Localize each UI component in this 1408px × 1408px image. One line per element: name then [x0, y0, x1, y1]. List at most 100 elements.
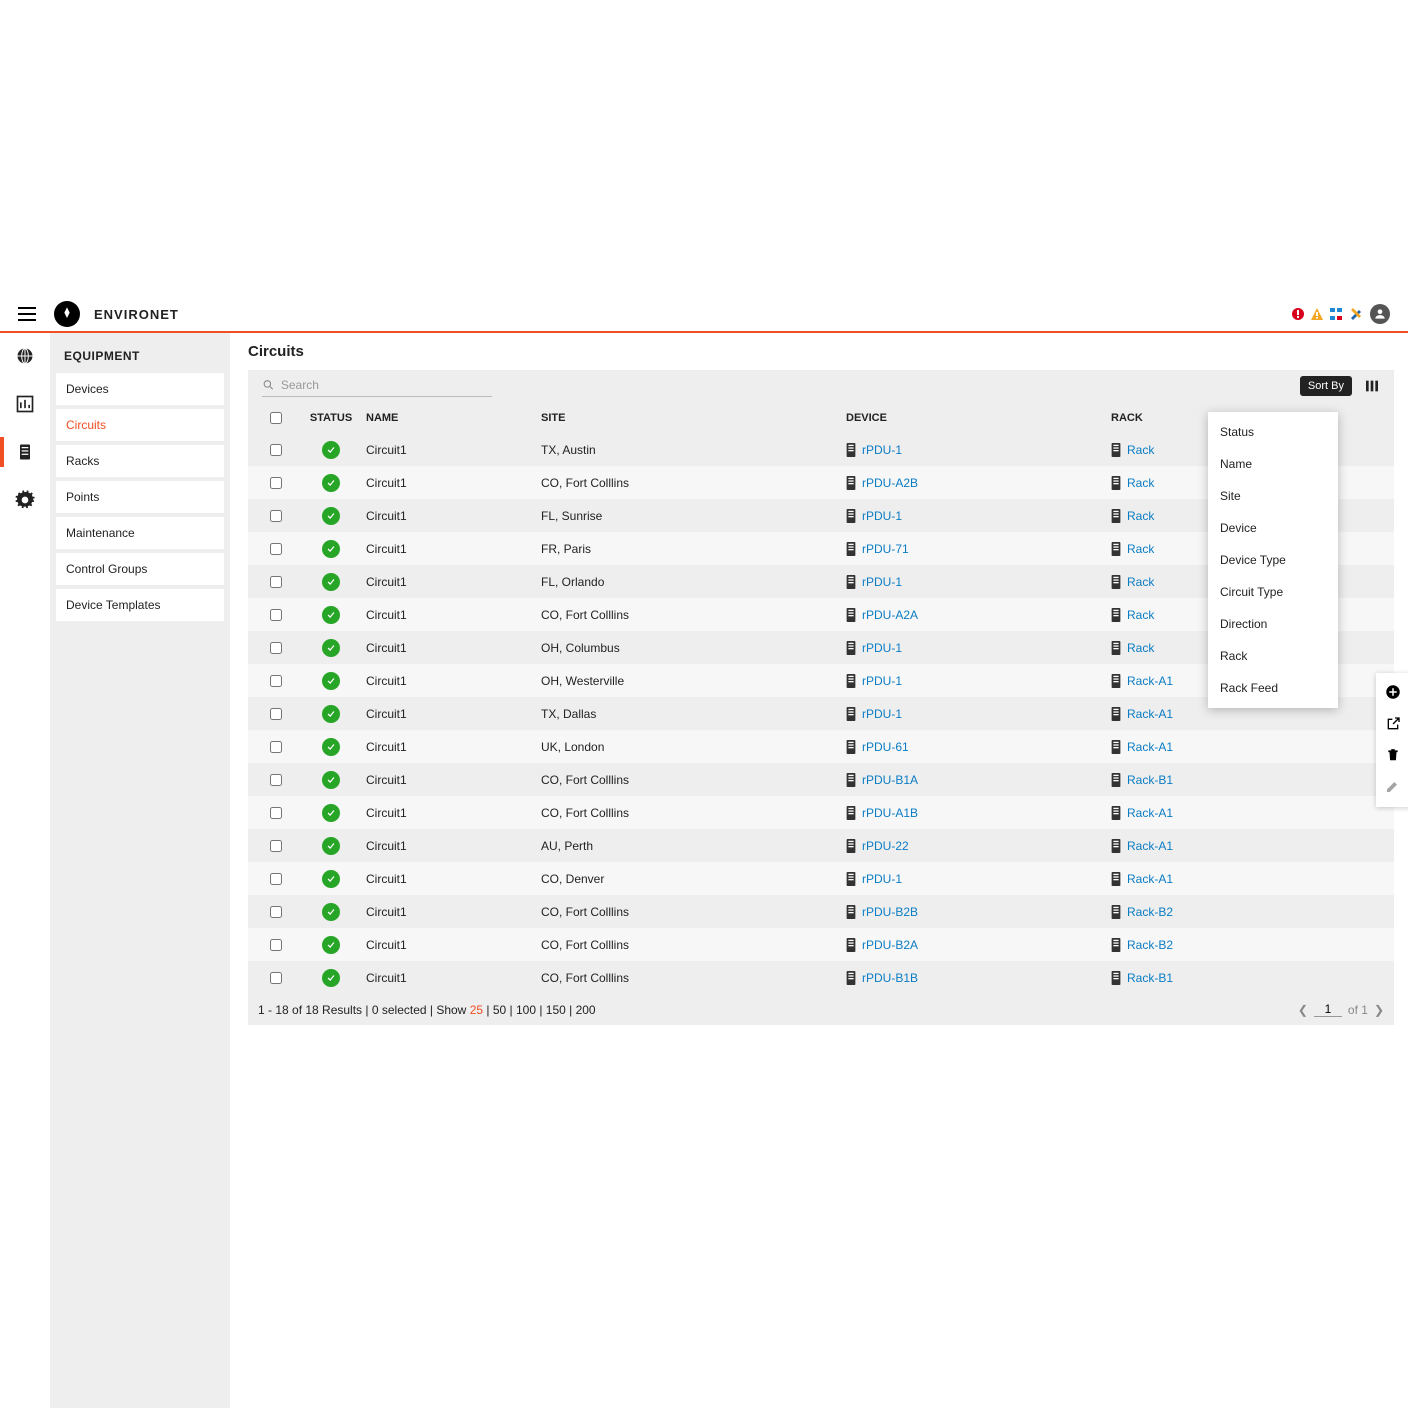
sidebar-item-devices[interactable]: Devices	[56, 373, 224, 405]
rack-link[interactable]: Rack-A1	[1127, 839, 1173, 853]
table-row[interactable]: Circuit1CO, DenverrPDU-1Rack-A1	[248, 862, 1394, 895]
row-checkbox[interactable]	[270, 444, 282, 456]
row-checkbox[interactable]	[270, 576, 282, 588]
device-link[interactable]: rPDU-1	[862, 872, 902, 886]
rail-server-icon[interactable]	[10, 437, 40, 467]
cell-site: FL, Sunrise	[541, 509, 846, 523]
table-row[interactable]: Circuit1UK, LondonrPDU-61Rack-A1	[248, 730, 1394, 763]
alert-critical-icon[interactable]	[1291, 307, 1305, 321]
sort-option-circuit-type[interactable]: Circuit Type	[1208, 576, 1338, 608]
row-checkbox[interactable]	[270, 642, 282, 654]
row-checkbox[interactable]	[270, 741, 282, 753]
device-link[interactable]: rPDU-71	[862, 542, 909, 556]
columns-icon[interactable]	[1364, 378, 1380, 397]
menu-icon[interactable]	[18, 307, 36, 321]
table-row[interactable]: Circuit1CO, Fort ColllinsrPDU-A1BRack-A1	[248, 796, 1394, 829]
sort-menu[interactable]: StatusNameSiteDeviceDevice TypeCircuit T…	[1208, 412, 1338, 708]
row-checkbox[interactable]	[270, 939, 282, 951]
search-box[interactable]	[262, 378, 492, 397]
sidebar-item-racks[interactable]: Racks	[56, 445, 224, 477]
row-checkbox[interactable]	[270, 609, 282, 621]
rack-link[interactable]: Rack	[1127, 476, 1154, 490]
prev-page-icon[interactable]: ❮	[1298, 1003, 1308, 1017]
rack-link[interactable]: Rack	[1127, 542, 1154, 556]
row-checkbox[interactable]	[270, 543, 282, 555]
row-checkbox[interactable]	[270, 675, 282, 687]
rack-link[interactable]: Rack-B2	[1127, 938, 1173, 952]
table-row[interactable]: Circuit1CO, Fort ColllinsrPDU-B1BRack-B1	[248, 961, 1394, 994]
rack-link[interactable]: Rack-A1	[1127, 707, 1173, 721]
sort-option-name[interactable]: Name	[1208, 448, 1338, 480]
device-link[interactable]: rPDU-B2A	[862, 938, 918, 952]
rack-link[interactable]: Rack	[1127, 575, 1154, 589]
rack-link[interactable]: Rack-A1	[1127, 674, 1173, 688]
device-link[interactable]: rPDU-1	[862, 674, 902, 688]
sort-option-direction[interactable]: Direction	[1208, 608, 1338, 640]
rail-settings-icon[interactable]	[10, 485, 40, 515]
sort-option-rack[interactable]: Rack	[1208, 640, 1338, 672]
table-row[interactable]: Circuit1CO, Fort ColllinsrPDU-B2ARack-B2	[248, 928, 1394, 961]
rack-link[interactable]: Rack-A1	[1127, 740, 1173, 754]
sort-option-site[interactable]: Site	[1208, 480, 1338, 512]
rack-link[interactable]: Rack	[1127, 641, 1154, 655]
rack-link[interactable]: Rack-A1	[1127, 872, 1173, 886]
rack-link[interactable]: Rack	[1127, 608, 1154, 622]
sidebar-item-points[interactable]: Points	[56, 481, 224, 513]
table-row[interactable]: Circuit1CO, Fort ColllinsrPDU-B1ARack-B1	[248, 763, 1394, 796]
sort-option-device-type[interactable]: Device Type	[1208, 544, 1338, 576]
cell-device: rPDU-1	[846, 641, 1111, 655]
status-ok-icon	[322, 573, 340, 591]
device-link[interactable]: rPDU-22	[862, 839, 909, 853]
sort-option-status[interactable]: Status	[1208, 416, 1338, 448]
table-row[interactable]: Circuit1CO, Fort ColllinsrPDU-B2BRack-B2	[248, 895, 1394, 928]
rack-link[interactable]: Rack-B1	[1127, 773, 1173, 787]
delete-icon[interactable]	[1386, 747, 1400, 766]
device-link[interactable]: rPDU-B2B	[862, 905, 918, 919]
device-link[interactable]: rPDU-A2B	[862, 476, 918, 490]
sidebar-item-device-templates[interactable]: Device Templates	[56, 589, 224, 621]
rack-link[interactable]: Rack-B1	[1127, 971, 1173, 985]
alert-warning-icon[interactable]	[1310, 307, 1324, 321]
sidebar-item-circuits[interactable]: Circuits	[56, 409, 224, 441]
device-link[interactable]: rPDU-A2A	[862, 608, 918, 622]
row-checkbox[interactable]	[270, 906, 282, 918]
page-size-active[interactable]: 25	[470, 1003, 483, 1017]
device-link[interactable]: rPDU-1	[862, 641, 902, 655]
page-input[interactable]	[1314, 1002, 1342, 1017]
device-link[interactable]: rPDU-B1A	[862, 773, 918, 787]
table-row[interactable]: Circuit1AU, PerthrPDU-22Rack-A1	[248, 829, 1394, 862]
rail-chart-icon[interactable]	[10, 389, 40, 419]
sidebar-item-control-groups[interactable]: Control Groups	[56, 553, 224, 585]
rack-link[interactable]: Rack-A1	[1127, 806, 1173, 820]
rail-globe-icon[interactable]	[10, 341, 40, 371]
rack-link[interactable]: Rack-B2	[1127, 905, 1173, 919]
row-checkbox[interactable]	[270, 774, 282, 786]
device-link[interactable]: rPDU-1	[862, 575, 902, 589]
network-icon[interactable]	[1329, 307, 1343, 321]
device-link[interactable]: rPDU-1	[862, 707, 902, 721]
device-link[interactable]: rPDU-1	[862, 509, 902, 523]
rack-link[interactable]: Rack	[1127, 443, 1154, 457]
export-icon[interactable]	[1385, 716, 1401, 735]
row-checkbox[interactable]	[270, 873, 282, 885]
row-checkbox[interactable]	[270, 510, 282, 522]
row-checkbox[interactable]	[270, 477, 282, 489]
next-page-icon[interactable]: ❯	[1374, 1003, 1384, 1017]
sort-option-rack-feed[interactable]: Rack Feed	[1208, 672, 1338, 704]
device-link[interactable]: rPDU-A1B	[862, 806, 918, 820]
row-checkbox[interactable]	[270, 972, 282, 984]
tools-icon[interactable]	[1348, 307, 1362, 321]
row-checkbox[interactable]	[270, 708, 282, 720]
row-checkbox[interactable]	[270, 840, 282, 852]
search-input[interactable]	[281, 378, 492, 392]
sidebar-item-maintenance[interactable]: Maintenance	[56, 517, 224, 549]
device-link[interactable]: rPDU-61	[862, 740, 909, 754]
row-checkbox[interactable]	[270, 807, 282, 819]
add-icon[interactable]	[1384, 683, 1402, 704]
user-icon[interactable]	[1370, 304, 1390, 324]
device-link[interactable]: rPDU-B1B	[862, 971, 918, 985]
device-link[interactable]: rPDU-1	[862, 443, 902, 457]
sort-option-device[interactable]: Device	[1208, 512, 1338, 544]
rack-link[interactable]: Rack	[1127, 509, 1154, 523]
select-all-checkbox[interactable]	[270, 412, 282, 424]
